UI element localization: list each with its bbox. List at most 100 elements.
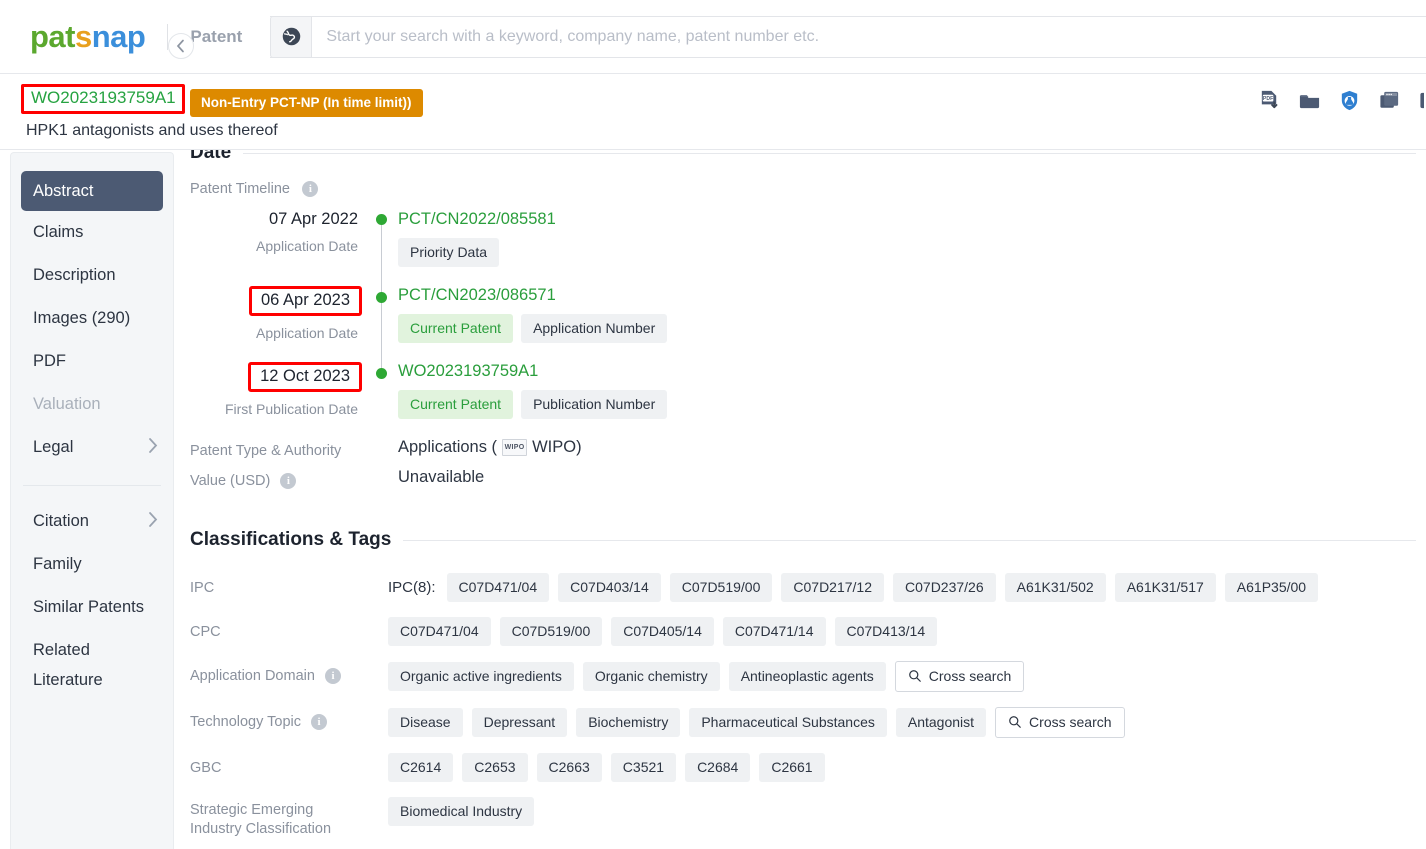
sidebar-item-citation[interactable]: Citation: [11, 500, 173, 543]
sidebar-item-label: PDF: [33, 352, 66, 370]
patent-type-suffix: ): [576, 438, 582, 456]
timeline-tag-current-patent: Current Patent: [398, 390, 514, 419]
application-domain-tag[interactable]: Antineoplastic agents: [728, 662, 886, 692]
info-icon[interactable]: i: [324, 668, 341, 685]
timeline-date: 07 Apr 2022: [269, 210, 358, 228]
gbc-tag[interactable]: C2614: [388, 753, 454, 783]
section-title-classifications: Classifications & Tags: [190, 529, 392, 551]
cpc-tag[interactable]: C07D413/14: [834, 617, 938, 647]
ipc-tag[interactable]: C07D403/14: [558, 573, 661, 603]
search-input[interactable]: [312, 16, 1426, 57]
label-seic-line1: Strategic Emerging: [190, 802, 314, 819]
cross-search-button-application-domain[interactable]: Cross search: [894, 661, 1025, 693]
sidebar-item-images[interactable]: Images (290): [11, 297, 173, 340]
cpc-tag[interactable]: C07D471/14: [722, 617, 826, 647]
info-icon[interactable]: i: [280, 473, 297, 490]
technology-topic-tag[interactable]: Depressant: [471, 708, 568, 738]
copy-window-icon[interactable]: [1378, 89, 1401, 117]
technology-topic-tag[interactable]: Antagonist: [895, 708, 987, 738]
timeline-date-sublabel: First Publication Date: [224, 401, 358, 417]
timeline-tag-current-patent: Current Patent: [398, 314, 514, 343]
timeline-reference-link[interactable]: PCT/CN2023/086571: [398, 286, 667, 305]
ipc-tag[interactable]: C07D519/00: [669, 573, 773, 603]
value-patent-type: Applications ( WIPO WIPO): [398, 438, 582, 457]
timeline-dot: [376, 368, 387, 379]
sidebar-item-label: Claims: [33, 223, 84, 241]
sidebar-item-abstract[interactable]: Abstract: [21, 171, 163, 211]
search-mode-label[interactable]: Patent: [190, 27, 242, 47]
application-domain-tag[interactable]: Organic chemistry: [582, 662, 720, 692]
ipc-tag[interactable]: A61P35/00: [1224, 573, 1319, 603]
gbc-tag[interactable]: C2661: [759, 753, 825, 783]
patsnap-logo[interactable]: patsnap: [30, 21, 146, 52]
patent-number-link[interactable]: WO2023193759A1: [31, 88, 176, 107]
top-header-bar: patsnap Patent: [0, 0, 1426, 74]
sidebar-item-label: Valuation: [33, 395, 101, 413]
seic-tag[interactable]: Biomedical Industry: [388, 797, 535, 827]
label-cpc: CPC: [190, 624, 221, 641]
info-icon[interactable]: i: [311, 714, 328, 731]
sidebar-item-family[interactable]: Family: [11, 543, 173, 586]
timeline-tags: Current Patent Application Number: [398, 314, 668, 343]
section-header-date: Date: [190, 150, 1426, 164]
cpc-tag[interactable]: C07D519/00: [499, 617, 603, 647]
sidebar-item-label: Similar Patents: [33, 598, 144, 616]
application-domain-tag[interactable]: Organic active ingredients: [388, 662, 574, 692]
label-seic-line2: Industry Classification: [190, 821, 332, 838]
gbc-tag[interactable]: C3521: [610, 753, 677, 783]
pdf-download-icon[interactable]: PDF: [1258, 89, 1281, 117]
cross-search-label: Cross search: [1029, 714, 1112, 731]
sidebar-collapse-button[interactable]: [168, 33, 194, 59]
label-value-usd: Value (USD) i: [190, 468, 398, 490]
timeline-line: [381, 220, 382, 296]
strategic-emerging-industry-tags: Biomedical Industry: [388, 797, 535, 827]
sidebar-item-related-literature[interactable]: Related Literature: [11, 629, 173, 689]
technology-topic-tag[interactable]: Disease: [388, 708, 463, 738]
ipc-tag[interactable]: A61K31/502: [1004, 573, 1106, 603]
partial-icon[interactable]: [1418, 89, 1424, 117]
patent-timeline-label: Patent Timeline: [190, 181, 290, 197]
technology-topic-tag[interactable]: Biochemistry: [576, 708, 681, 738]
timeline-event: 06 Apr 2023 Application Date PCT/CN2023/…: [200, 286, 1426, 372]
sidebar-item-label-line2: Literature: [33, 671, 103, 689]
ipc-tag[interactable]: C07D237/26: [893, 573, 996, 603]
gbc-tag[interactable]: C2653: [462, 753, 528, 783]
patent-type-prefix: Applications (: [398, 438, 498, 456]
cpc-tag[interactable]: C07D405/14: [611, 617, 714, 647]
gbc-tag[interactable]: C2684: [685, 753, 751, 783]
folder-icon[interactable]: [1298, 89, 1321, 117]
sidebar-item-similar-patents[interactable]: Similar Patents: [11, 586, 173, 629]
timeline-tags: Current Patent Publication Number: [398, 390, 668, 419]
timeline-detail-col: WO2023193759A1 Current Patent Publicatio…: [376, 362, 668, 432]
cpc-tag[interactable]: C07D471/04: [388, 617, 491, 647]
sidebar-item-description[interactable]: Description: [11, 254, 173, 297]
chemistry-flask-icon[interactable]: [1338, 89, 1361, 117]
application-domain-tags: Organic active ingredients Organic chemi…: [388, 661, 1025, 693]
patent-title: HPK1 antagonists and uses thereof: [26, 122, 278, 139]
timeline-axis: [376, 210, 388, 296]
search-bar: [270, 15, 1426, 58]
chevron-right-icon: [148, 511, 159, 533]
section-rule: [403, 539, 1416, 541]
row-strategic-emerging-industry: Strategic Emerging Industry Classificati…: [190, 797, 1426, 839]
ipc-tag[interactable]: A61K31/517: [1114, 573, 1216, 603]
info-icon[interactable]: i: [302, 180, 319, 197]
timeline-dot: [376, 292, 387, 303]
patent-number-highlight: WO2023193759A1: [21, 84, 185, 114]
ipc-tag[interactable]: C07D471/04: [446, 573, 550, 603]
timeline-reference-link[interactable]: PCT/CN2022/085581: [398, 210, 556, 229]
sidebar-item-pdf[interactable]: PDF: [11, 340, 173, 383]
sidebar-item-claims[interactable]: Claims: [11, 211, 173, 254]
sidebar-item-legal[interactable]: Legal: [11, 426, 173, 469]
technology-topic-tags: Disease Depressant Biochemistry Pharmace…: [388, 707, 1125, 739]
technology-topic-tag[interactable]: Pharmaceutical Substances: [689, 708, 887, 738]
label-technology-topic: Technology Topic i: [190, 707, 388, 731]
search-icon: [1009, 716, 1021, 729]
globe-icon[interactable]: [270, 15, 313, 58]
sidebar-item-label: Citation: [33, 512, 89, 530]
ipc-tag[interactable]: C07D217/12: [781, 573, 885, 603]
gbc-tag[interactable]: C2663: [536, 753, 602, 783]
timeline-date-col: 06 Apr 2023 Application Date: [200, 286, 376, 362]
timeline-reference-link[interactable]: WO2023193759A1: [398, 362, 667, 381]
cross-search-button-technology-topic[interactable]: Cross search: [995, 707, 1125, 739]
